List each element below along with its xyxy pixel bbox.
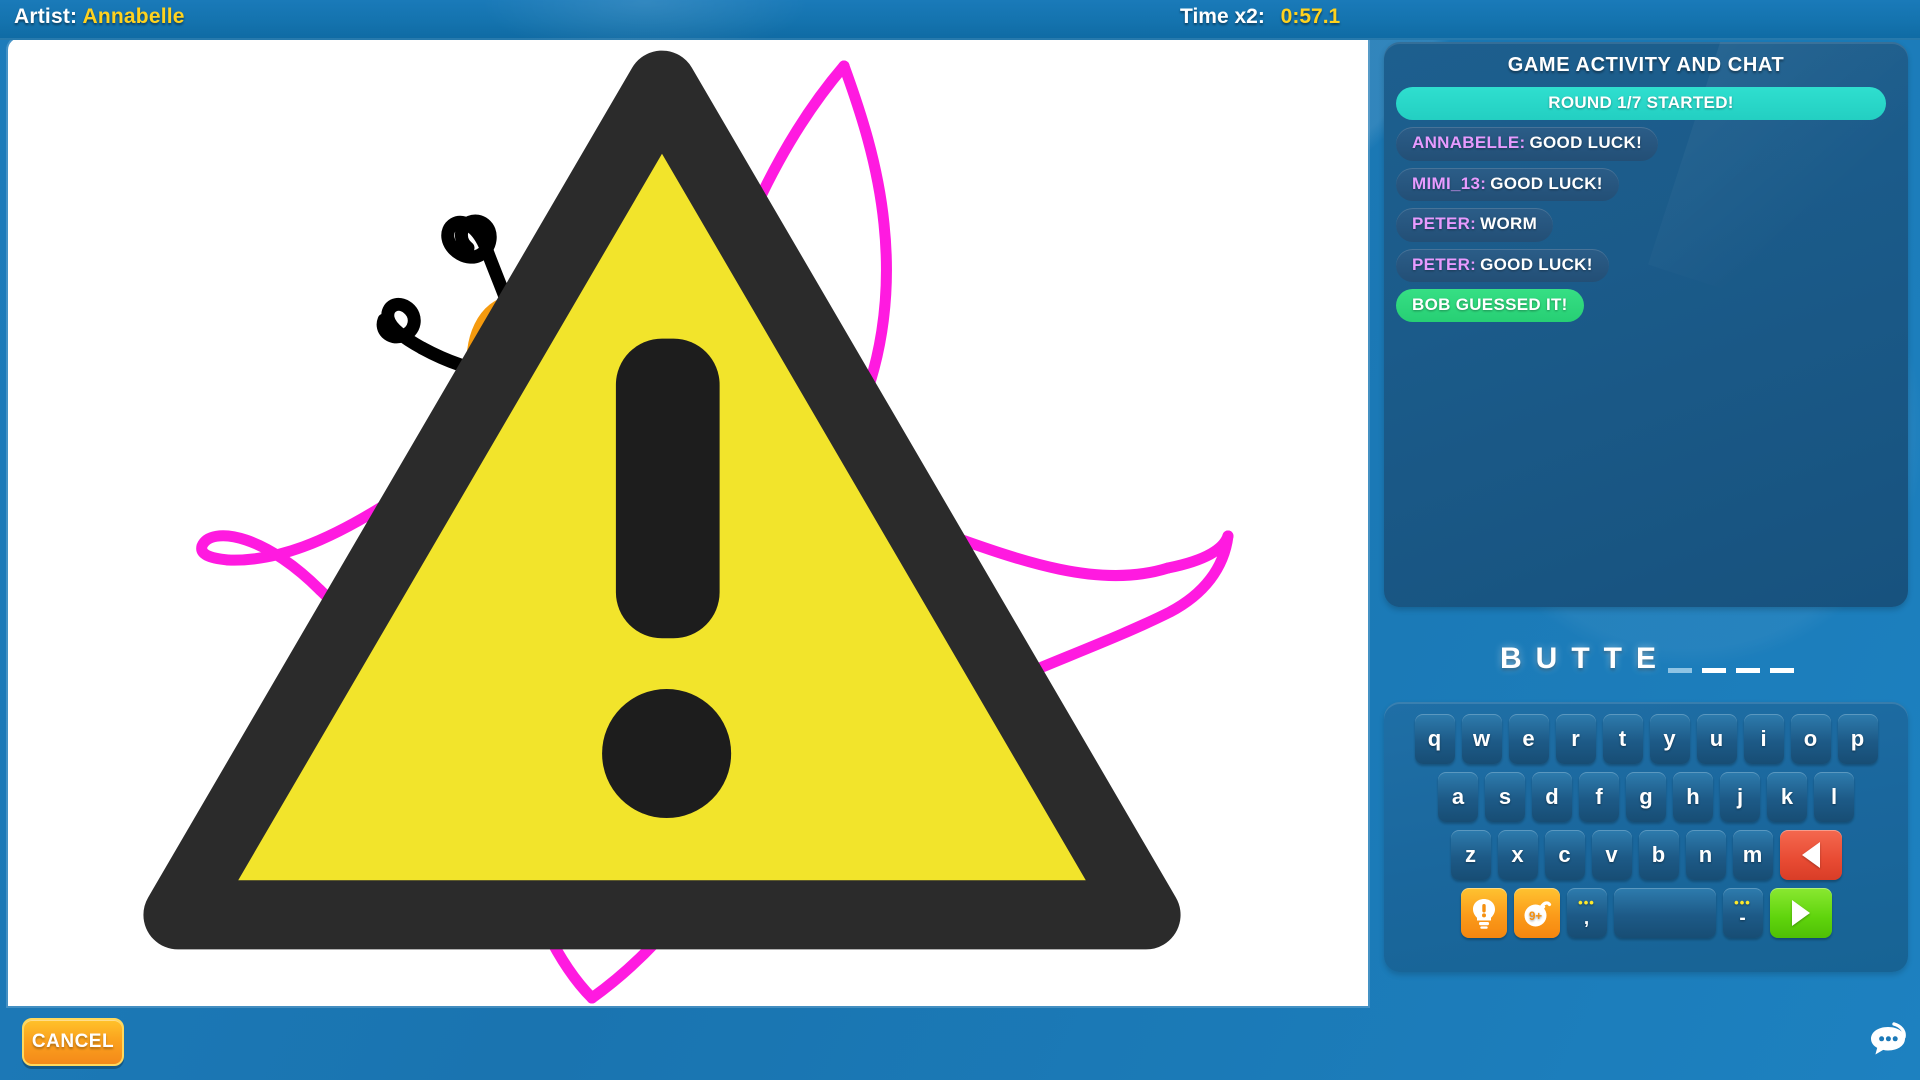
timer: Time x2: 0:57.1 — [1180, 5, 1340, 29]
warning-triangle-icon — [143, 50, 1181, 950]
chat-message-text: GOOD LUCK! — [1490, 173, 1603, 193]
key-e[interactable]: e — [1508, 714, 1549, 764]
key-y[interactable]: y — [1649, 714, 1690, 764]
chat-message-row: PETER: GOOD LUCK! — [1396, 248, 1896, 289]
key-r[interactable]: r — [1555, 714, 1596, 764]
artist-name-value: Annabelle — [82, 5, 185, 28]
key-u[interactable]: u — [1696, 714, 1737, 764]
key-a[interactable]: a — [1438, 772, 1478, 822]
chat-message-text: GOOD LUCK! — [1480, 254, 1593, 274]
key-p[interactable]: p — [1837, 714, 1878, 764]
chat-message-author: MIMI_13: — [1412, 173, 1487, 193]
comma-label: , — [1583, 907, 1590, 929]
word-display: B U T T E — [1384, 636, 1908, 682]
space-key[interactable] — [1613, 888, 1716, 938]
word-letter: E — [1635, 642, 1656, 675]
word-letter: U — [1535, 642, 1558, 675]
chat-panel-title: GAME ACTIVITY AND CHAT — [1507, 54, 1785, 76]
word-blank-active — [1668, 645, 1692, 673]
key-m[interactable]: m — [1732, 830, 1773, 880]
hint-key[interactable] — [1460, 888, 1507, 938]
word-letter: T — [1603, 642, 1622, 675]
chat-message-system: ROUND 1/7 STARTED! — [1396, 87, 1886, 121]
chat-message: PETER: WORM — [1396, 208, 1554, 242]
key-c[interactable]: c — [1544, 830, 1585, 880]
key-w[interactable]: w — [1461, 714, 1502, 764]
key-f[interactable]: f — [1579, 772, 1619, 822]
key-z[interactable]: z — [1450, 830, 1491, 880]
key-t[interactable]: t — [1602, 714, 1643, 764]
keyboard-row-1: q w e r t y u i o p — [1392, 714, 1900, 764]
key-i[interactable]: i — [1743, 714, 1784, 764]
chat-message-guessed: BOB GUESSED IT! — [1396, 288, 1584, 323]
chat-message-row: PETER: WORM — [1396, 208, 1896, 248]
lightbulb-hint-icon — [1472, 899, 1495, 929]
chat-message-list[interactable]: ROUND 1/7 STARTED! ANNABELLE: GOOD LUCK! … — [1384, 87, 1908, 329]
drawing-canvas[interactable] — [8, 38, 1368, 1006]
chat-message-author: PETER: — [1412, 254, 1477, 274]
comma-key[interactable]: ••• , — [1566, 888, 1607, 938]
key-o[interactable]: o — [1790, 714, 1831, 764]
key-n[interactable]: n — [1685, 830, 1726, 880]
top-bar: Artist: Annabelle Time x2: 0:57.1 — [0, 0, 1920, 58]
key-b[interactable]: b — [1638, 830, 1679, 880]
chat-message: ANNABELLE: GOOD LUCK! — [1396, 127, 1659, 161]
chat-message-row: MIMI_13: GOOD LUCK! — [1396, 167, 1896, 208]
chat-message: MIMI_13: GOOD LUCK! — [1396, 167, 1619, 202]
artist-label-text: Artist: — [14, 5, 78, 28]
timer-label: Time x2: — [1180, 5, 1265, 28]
comma-dots-label: ••• — [1578, 895, 1595, 911]
word-blank — [1770, 645, 1794, 673]
hyphen-dots-label: ••• — [1734, 895, 1751, 911]
chat-toggle-button[interactable] — [1868, 1018, 1910, 1058]
keyboard-row-3: z x c v b n m — [1392, 830, 1900, 880]
chat-bubble-icon — [1871, 1022, 1906, 1055]
chat-message-row: BOB GUESSED IT! — [1396, 288, 1896, 329]
chat-message-text: GOOD LUCK! — [1529, 133, 1643, 153]
chat-message-text: WORM — [1480, 214, 1538, 234]
word-letter: B — [1499, 642, 1522, 675]
key-v[interactable]: v — [1591, 830, 1632, 880]
key-s[interactable]: s — [1485, 772, 1525, 822]
key-d[interactable]: d — [1532, 772, 1572, 822]
chat-message-author: PETER: — [1412, 214, 1477, 234]
key-j[interactable]: j — [1720, 772, 1760, 822]
bomb-key[interactable]: 9+ — [1513, 888, 1560, 938]
key-g[interactable]: g — [1626, 772, 1666, 822]
timer-value: 0:57.1 — [1280, 5, 1341, 28]
key-q[interactable]: q — [1414, 714, 1455, 764]
bomb-count-label: 9+ — [1528, 911, 1541, 923]
backspace-triangle-icon — [1801, 842, 1820, 868]
hyphen-label: - — [1739, 907, 1746, 929]
word-blank — [1702, 645, 1726, 673]
key-h[interactable]: h — [1673, 772, 1713, 822]
topbar-glow — [480, 0, 810, 58]
key-x[interactable]: x — [1497, 830, 1538, 880]
keyboard-row-2: a s d f g h j k l — [1392, 772, 1900, 822]
cancel-button[interactable]: CANCEL — [22, 1018, 124, 1066]
submit-key[interactable] — [1769, 888, 1832, 938]
word-blank — [1736, 645, 1760, 673]
chat-panel: GAME ACTIVITY AND CHAT ROUND 1/7 STARTED… — [1384, 42, 1908, 607]
bomb-icon: 9+ — [1524, 901, 1551, 927]
chat-message-row: ROUND 1/7 STARTED! — [1396, 87, 1896, 121]
backspace-key[interactable] — [1779, 830, 1842, 880]
artist-indicator: Artist: Annabelle — [14, 5, 185, 29]
key-l[interactable]: l — [1814, 772, 1854, 822]
chat-message-row: ANNABELLE: GOOD LUCK! — [1396, 127, 1896, 167]
submit-triangle-icon — [1791, 900, 1810, 926]
hyphen-key[interactable]: ••• - — [1722, 888, 1763, 938]
on-screen-keyboard: q w e r t y u i o p a s d f g h j k l z … — [1384, 702, 1908, 972]
chat-message: PETER: GOOD LUCK! — [1396, 248, 1609, 282]
word-letter: T — [1571, 642, 1590, 675]
chat-message-author: ANNABELLE: — [1412, 133, 1526, 153]
key-k[interactable]: k — [1767, 772, 1807, 822]
keyboard-row-4: 9+ ••• , ••• - — [1392, 888, 1900, 938]
